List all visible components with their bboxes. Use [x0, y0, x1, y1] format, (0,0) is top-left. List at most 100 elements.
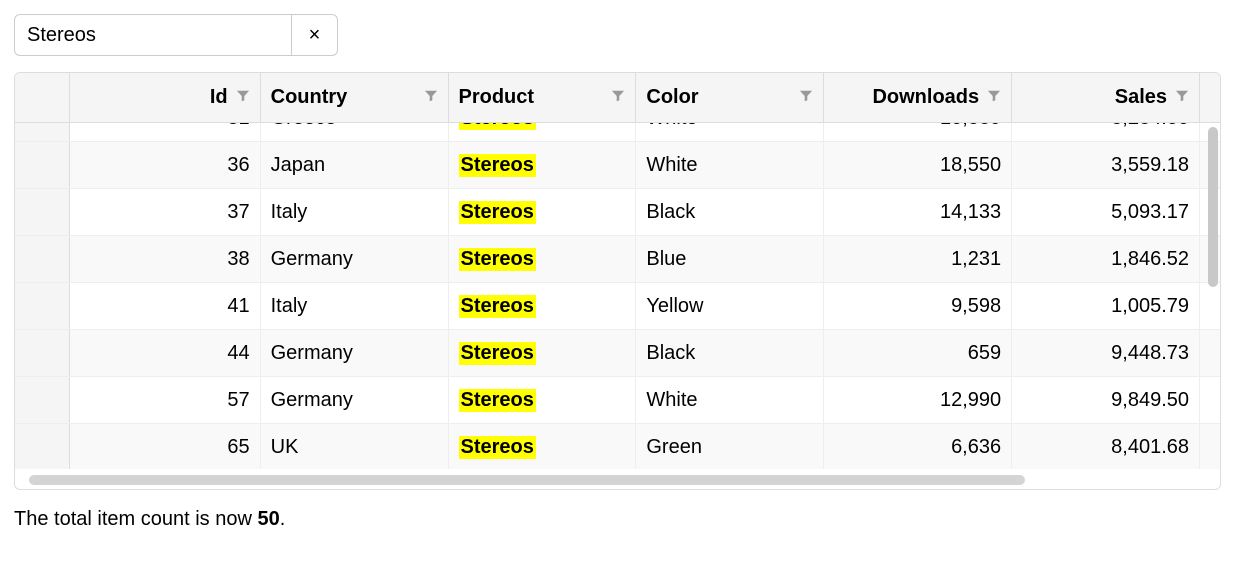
- grid-body[interactable]: 31GreeceStereosWhite10,8898,284.0036Japa…: [15, 123, 1220, 469]
- column-header-id[interactable]: Id: [70, 73, 261, 122]
- cell-country: Germany: [261, 377, 449, 423]
- cell-sales: 9,849.50: [1012, 377, 1200, 423]
- cell-sales: 9,448.73: [1012, 330, 1200, 376]
- cell-sales: 8,284.00: [1012, 123, 1200, 141]
- row-header-cell[interactable]: [15, 283, 70, 329]
- cell-country: UK: [261, 424, 449, 469]
- cell-product: Stereos: [449, 283, 637, 329]
- row-header-cell[interactable]: [15, 377, 70, 423]
- vertical-scrollbar[interactable]: [1208, 127, 1218, 287]
- search-highlight: Stereos: [459, 295, 536, 318]
- column-label: Sales: [1115, 86, 1167, 109]
- cell-color: White: [636, 142, 824, 188]
- cell-product: Stereos: [449, 189, 637, 235]
- filter-icon[interactable]: [236, 86, 250, 109]
- cell-country: Italy: [261, 283, 449, 329]
- row-header-cell[interactable]: [15, 189, 70, 235]
- filter-icon[interactable]: [1175, 86, 1189, 109]
- table-row[interactable]: 44Germany Stereos Black6599,448.73: [15, 330, 1220, 377]
- row-selector-header: [15, 73, 70, 122]
- cell-sales: 1,846.52: [1012, 236, 1200, 282]
- column-label: Country: [271, 86, 348, 109]
- search-highlight: Stereos: [459, 342, 536, 365]
- cell-sales: 8,401.68: [1012, 424, 1200, 469]
- column-label: Downloads: [872, 86, 979, 109]
- table-row[interactable]: 31Greece Stereos White10,8898,284.00: [15, 123, 1220, 142]
- data-grid: Id Country Product Color Downloads: [14, 72, 1221, 490]
- table-row[interactable]: 65UKStereosGreen6,6368,401.68: [15, 424, 1220, 469]
- cell-country: Italy: [261, 189, 449, 235]
- filter-icon[interactable]: [611, 86, 625, 109]
- cell-id: 57: [70, 377, 261, 423]
- filter-icon[interactable]: [424, 86, 438, 109]
- cell-country: Germany: [261, 330, 449, 376]
- table-row[interactable]: 36Japan Stereos White18,5503,559.18: [15, 142, 1220, 189]
- clear-search-button[interactable]: ×: [292, 14, 338, 56]
- cell-product: Stereos: [449, 236, 637, 282]
- search-bar: ×: [14, 14, 1221, 56]
- filter-icon[interactable]: [799, 86, 813, 109]
- row-header-cell[interactable]: [15, 142, 70, 188]
- cell-id: 44: [70, 330, 261, 376]
- column-header-color[interactable]: Color: [636, 73, 824, 122]
- filter-icon[interactable]: [987, 86, 1001, 109]
- cell-spacer: [1200, 283, 1220, 329]
- row-header-cell[interactable]: [15, 330, 70, 376]
- cell-downloads: 9,598: [824, 283, 1012, 329]
- table-row[interactable]: 41Italy Stereos Yellow9,5981,005.79: [15, 283, 1220, 330]
- column-header-product[interactable]: Product: [449, 73, 637, 122]
- cell-color: Yellow: [636, 283, 824, 329]
- cell-sales: 1,005.79: [1012, 283, 1200, 329]
- grid-header-row: Id Country Product Color Downloads: [15, 73, 1220, 123]
- search-highlight: Stereos: [459, 389, 536, 412]
- footer-suffix: .: [280, 508, 286, 530]
- close-icon: ×: [309, 24, 321, 47]
- cell-country: Greece: [261, 123, 449, 141]
- cell-downloads: 14,133: [824, 189, 1012, 235]
- search-highlight: Stereos: [459, 154, 536, 177]
- cell-downloads: 18,550: [824, 142, 1012, 188]
- cell-country: Germany: [261, 236, 449, 282]
- cell-color: Black: [636, 189, 824, 235]
- search-highlight: Stereos: [459, 123, 536, 130]
- search-highlight: Stereos: [459, 248, 536, 271]
- cell-downloads: 6,636: [824, 424, 1012, 469]
- cell-spacer: [1200, 424, 1220, 469]
- cell-downloads: 10,889: [824, 123, 1012, 141]
- cell-id: 36: [70, 142, 261, 188]
- cell-color: Blue: [636, 236, 824, 282]
- cell-id: 37: [70, 189, 261, 235]
- cell-downloads: 659: [824, 330, 1012, 376]
- cell-sales: 5,093.17: [1012, 189, 1200, 235]
- column-header-country[interactable]: Country: [261, 73, 449, 122]
- row-header-cell[interactable]: [15, 424, 70, 469]
- row-header-cell[interactable]: [15, 123, 70, 141]
- table-row[interactable]: 37Italy Stereos Black14,1335,093.17: [15, 189, 1220, 236]
- cell-id: 41: [70, 283, 261, 329]
- cell-color: Green: [636, 424, 824, 469]
- row-header-cell[interactable]: [15, 236, 70, 282]
- cell-color: Black: [636, 330, 824, 376]
- search-input[interactable]: [14, 14, 292, 56]
- search-highlight: Stereos: [459, 436, 536, 459]
- cell-country: Japan: [261, 142, 449, 188]
- cell-product: Stereos: [449, 123, 637, 141]
- cell-downloads: 1,231: [824, 236, 1012, 282]
- cell-product: Stereos: [449, 330, 637, 376]
- cell-color: White: [636, 123, 824, 141]
- table-row[interactable]: 57GermanyStereosWhite12,9909,849.50: [15, 377, 1220, 424]
- column-header-sales[interactable]: Sales: [1012, 73, 1200, 122]
- search-highlight: Stereos: [459, 201, 536, 224]
- cell-spacer: [1200, 330, 1220, 376]
- horizontal-scrollbar[interactable]: [29, 475, 1025, 485]
- cell-sales: 3,559.18: [1012, 142, 1200, 188]
- cell-product: Stereos: [449, 377, 637, 423]
- column-header-spacer: [1200, 73, 1220, 122]
- cell-color: White: [636, 377, 824, 423]
- column-label: Color: [646, 86, 698, 109]
- cell-id: 31: [70, 123, 261, 141]
- table-row[interactable]: 38GermanyStereosBlue1,2311,846.52: [15, 236, 1220, 283]
- column-label: Id: [210, 86, 228, 109]
- column-header-downloads[interactable]: Downloads: [824, 73, 1012, 122]
- footer-text: The total item count is now 50.: [14, 508, 1221, 531]
